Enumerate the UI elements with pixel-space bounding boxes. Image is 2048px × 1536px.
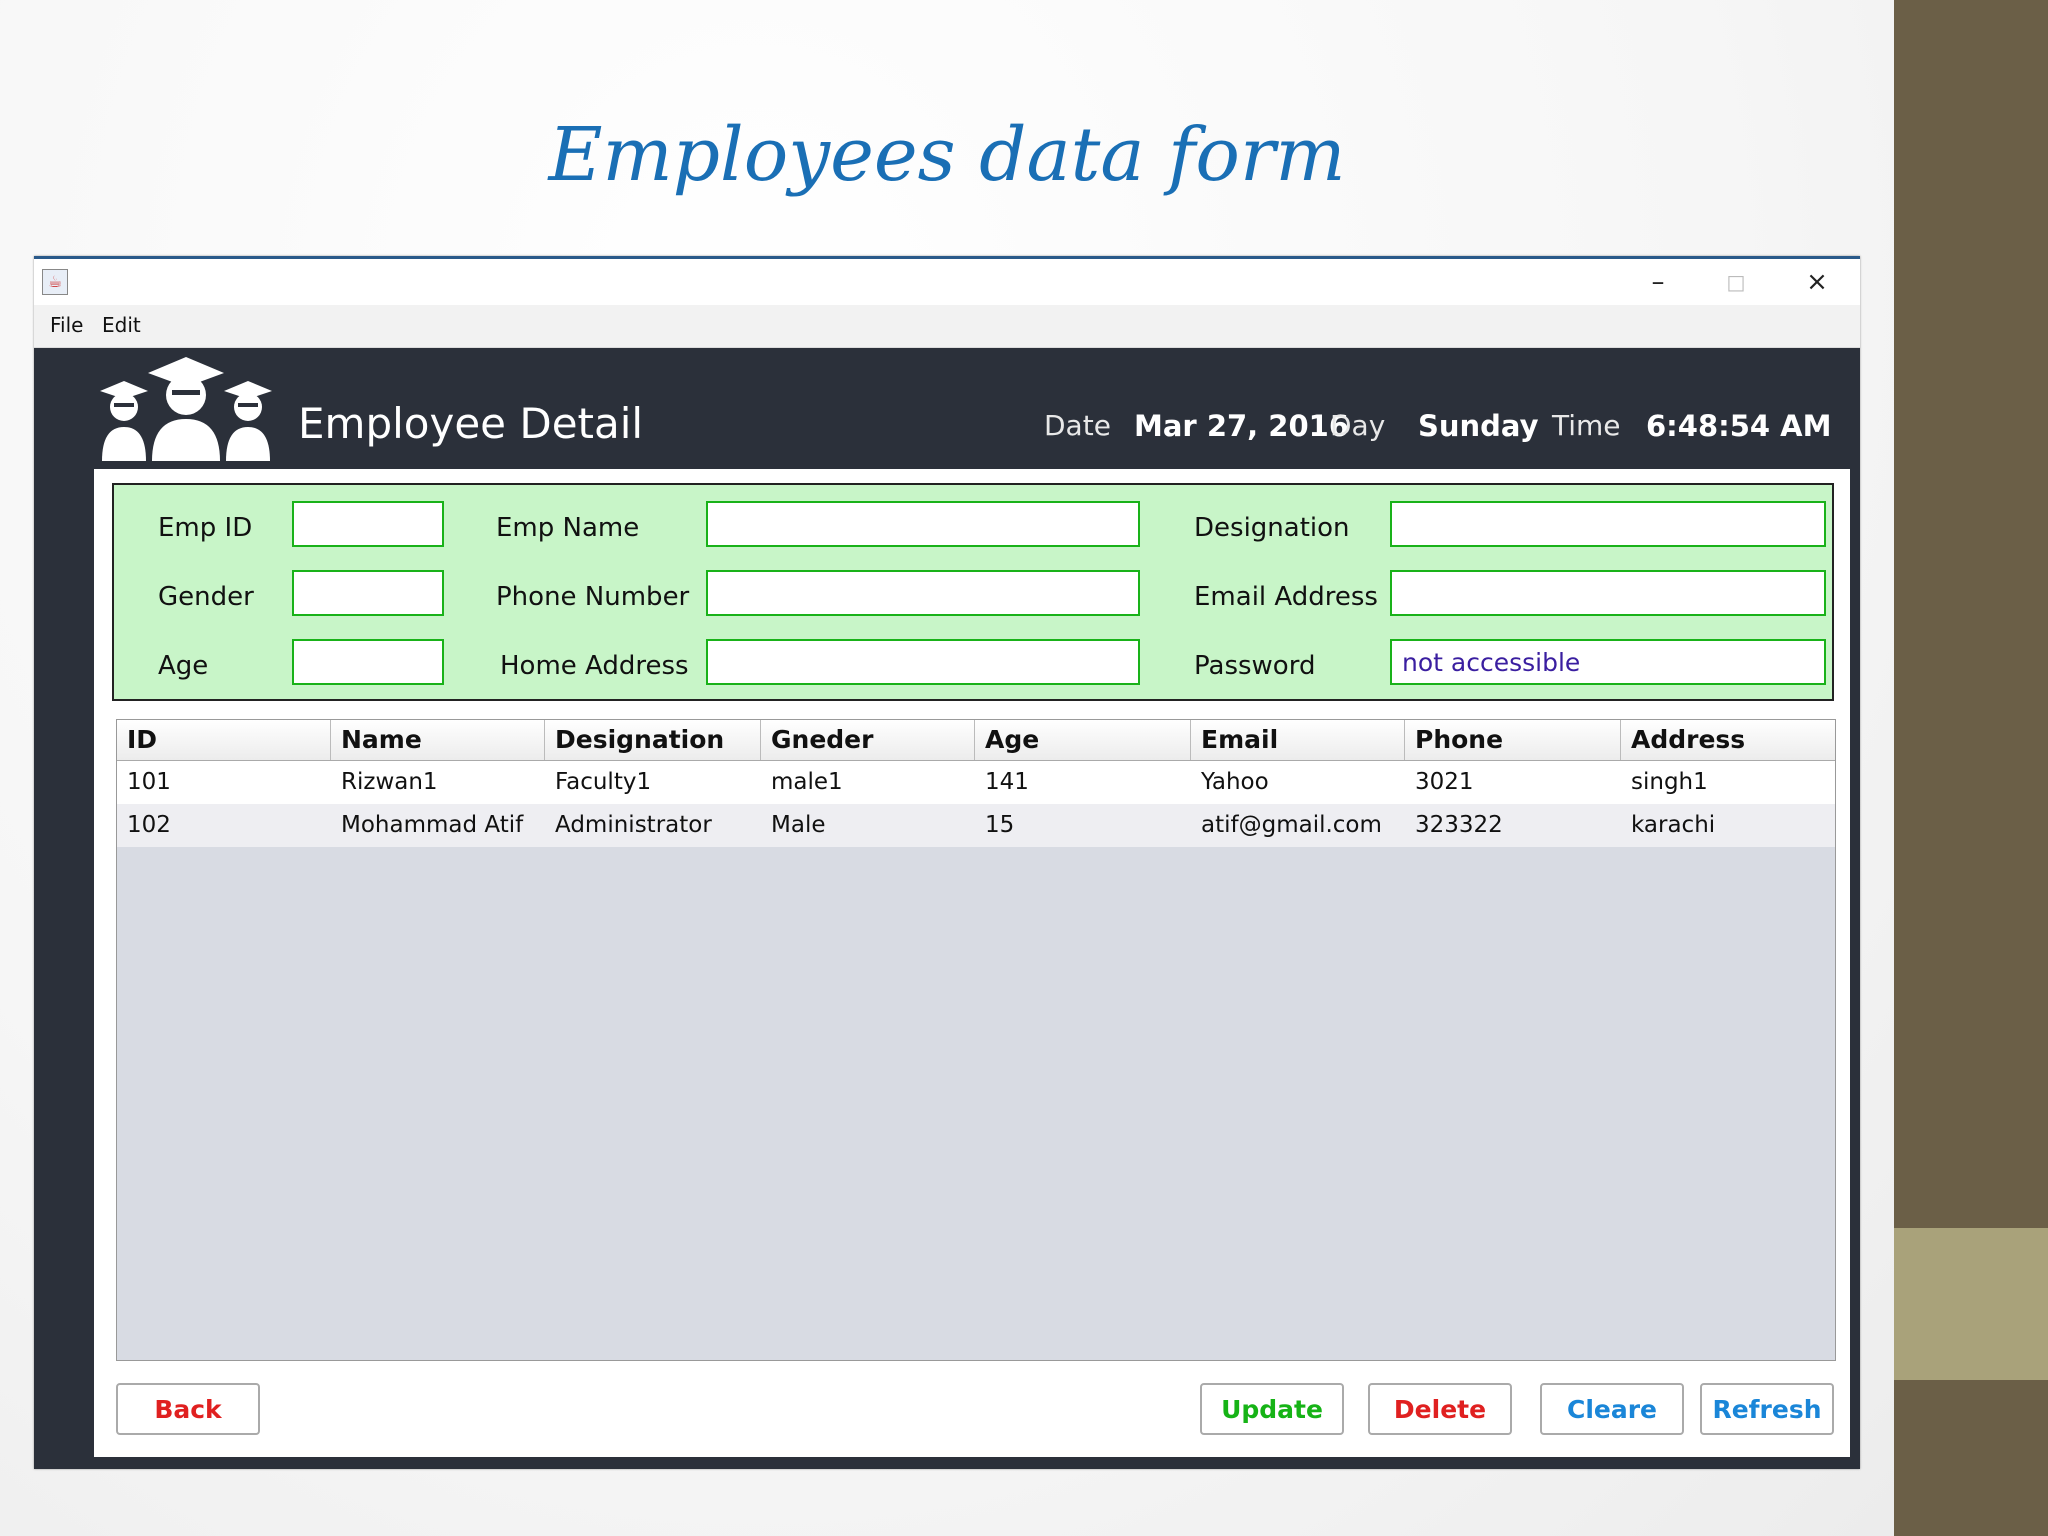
update-button[interactable]: Update: [1200, 1383, 1344, 1435]
close-button[interactable]: ×: [1797, 265, 1837, 299]
gender-input[interactable]: [292, 570, 444, 616]
column-header-email[interactable]: Email: [1191, 720, 1405, 760]
address-input[interactable]: [706, 639, 1140, 685]
column-header-id[interactable]: ID: [117, 720, 331, 760]
cell-email: Yahoo: [1201, 769, 1269, 795]
header-bar: Employee Detail Date Mar 27, 2016 Day Su…: [34, 347, 1860, 469]
day-value: Sunday: [1418, 409, 1539, 443]
email-label: Email Address: [1194, 582, 1378, 612]
content-panel: Emp ID Emp Name Designation Gender Phone…: [94, 469, 1850, 1457]
employee-form: Emp ID Emp Name Designation Gender Phone…: [112, 483, 1834, 701]
menu-bar: File Edit: [34, 305, 1860, 348]
cell-designation: Administrator: [555, 812, 712, 838]
back-button[interactable]: Back: [116, 1383, 260, 1435]
app-window: ☕ – □ × File Edit Employee Detail Date M…: [34, 256, 1860, 1469]
time-value: 6:48:54 AM: [1646, 409, 1832, 443]
emp-id-input[interactable]: [292, 501, 444, 547]
cell-gender: male1: [771, 769, 843, 795]
emp-name-input[interactable]: [706, 501, 1140, 547]
cell-age: 15: [985, 812, 1015, 838]
table-header: ID Name Designation Gneder Age Email Pho…: [117, 720, 1835, 761]
designation-input[interactable]: [1390, 501, 1826, 547]
email-input[interactable]: [1390, 570, 1826, 616]
cell-phone: 3021: [1415, 769, 1474, 795]
designation-label: Designation: [1194, 513, 1350, 543]
employee-table: ID Name Designation Gneder Age Email Pho…: [116, 719, 1836, 1361]
table-row[interactable]: 102 Mohammad Atif Administrator Male 15 …: [117, 804, 1835, 847]
cell-id: 101: [127, 769, 171, 795]
age-label: Age: [158, 651, 209, 681]
password-label: Password: [1194, 651, 1316, 681]
cell-id: 102: [127, 812, 171, 838]
age-input[interactable]: [292, 639, 444, 685]
delete-button[interactable]: Delete: [1368, 1383, 1512, 1435]
address-label: Home Address: [500, 651, 689, 681]
gender-label: Gender: [158, 582, 254, 612]
emp-name-label: Emp Name: [496, 513, 640, 543]
column-header-phone[interactable]: Phone: [1405, 720, 1621, 760]
maximize-button[interactable]: □: [1716, 265, 1756, 299]
emp-id-label: Emp ID: [158, 513, 253, 543]
column-header-designation[interactable]: Designation: [545, 720, 761, 760]
minimize-button[interactable]: –: [1638, 265, 1678, 299]
column-header-gender[interactable]: Gneder: [761, 720, 975, 760]
phone-label: Phone Number: [496, 582, 690, 612]
time-label: Time: [1552, 409, 1621, 442]
cell-name: Rizwan1: [341, 769, 438, 795]
password-input[interactable]: [1390, 639, 1826, 685]
slide-side-accent: [1894, 1228, 2048, 1380]
slide-title: Employees data form: [548, 112, 1346, 198]
cell-name: Mohammad Atif: [341, 812, 524, 838]
menu-file[interactable]: File: [50, 313, 83, 337]
header-title: Employee Detail: [298, 399, 644, 448]
window-titlebar: ☕ – □ ×: [34, 259, 1860, 305]
column-header-age[interactable]: Age: [975, 720, 1191, 760]
java-app-icon: ☕: [42, 269, 68, 295]
clear-button[interactable]: Cleare: [1540, 1383, 1684, 1435]
graduates-icon: [100, 357, 272, 461]
cell-phone: 323322: [1415, 812, 1503, 838]
cell-address: karachi: [1631, 812, 1716, 838]
refresh-button[interactable]: Refresh: [1700, 1383, 1834, 1435]
phone-input[interactable]: [706, 570, 1140, 616]
cell-email: atif@gmail.com: [1201, 812, 1382, 838]
column-header-address[interactable]: Address: [1621, 720, 1835, 760]
cell-address: singh1: [1631, 769, 1708, 795]
table-row[interactable]: 101 Rizwan1 Faculty1 male1 141 Yahoo 302…: [117, 761, 1835, 804]
column-header-name[interactable]: Name: [331, 720, 545, 760]
menu-edit[interactable]: Edit: [102, 313, 141, 337]
date-label: Date: [1044, 409, 1111, 442]
cell-age: 141: [985, 769, 1029, 795]
cell-gender: Male: [771, 812, 826, 838]
day-label: Day: [1330, 409, 1386, 442]
cell-designation: Faculty1: [555, 769, 652, 795]
date-value: Mar 27, 2016: [1134, 409, 1350, 443]
